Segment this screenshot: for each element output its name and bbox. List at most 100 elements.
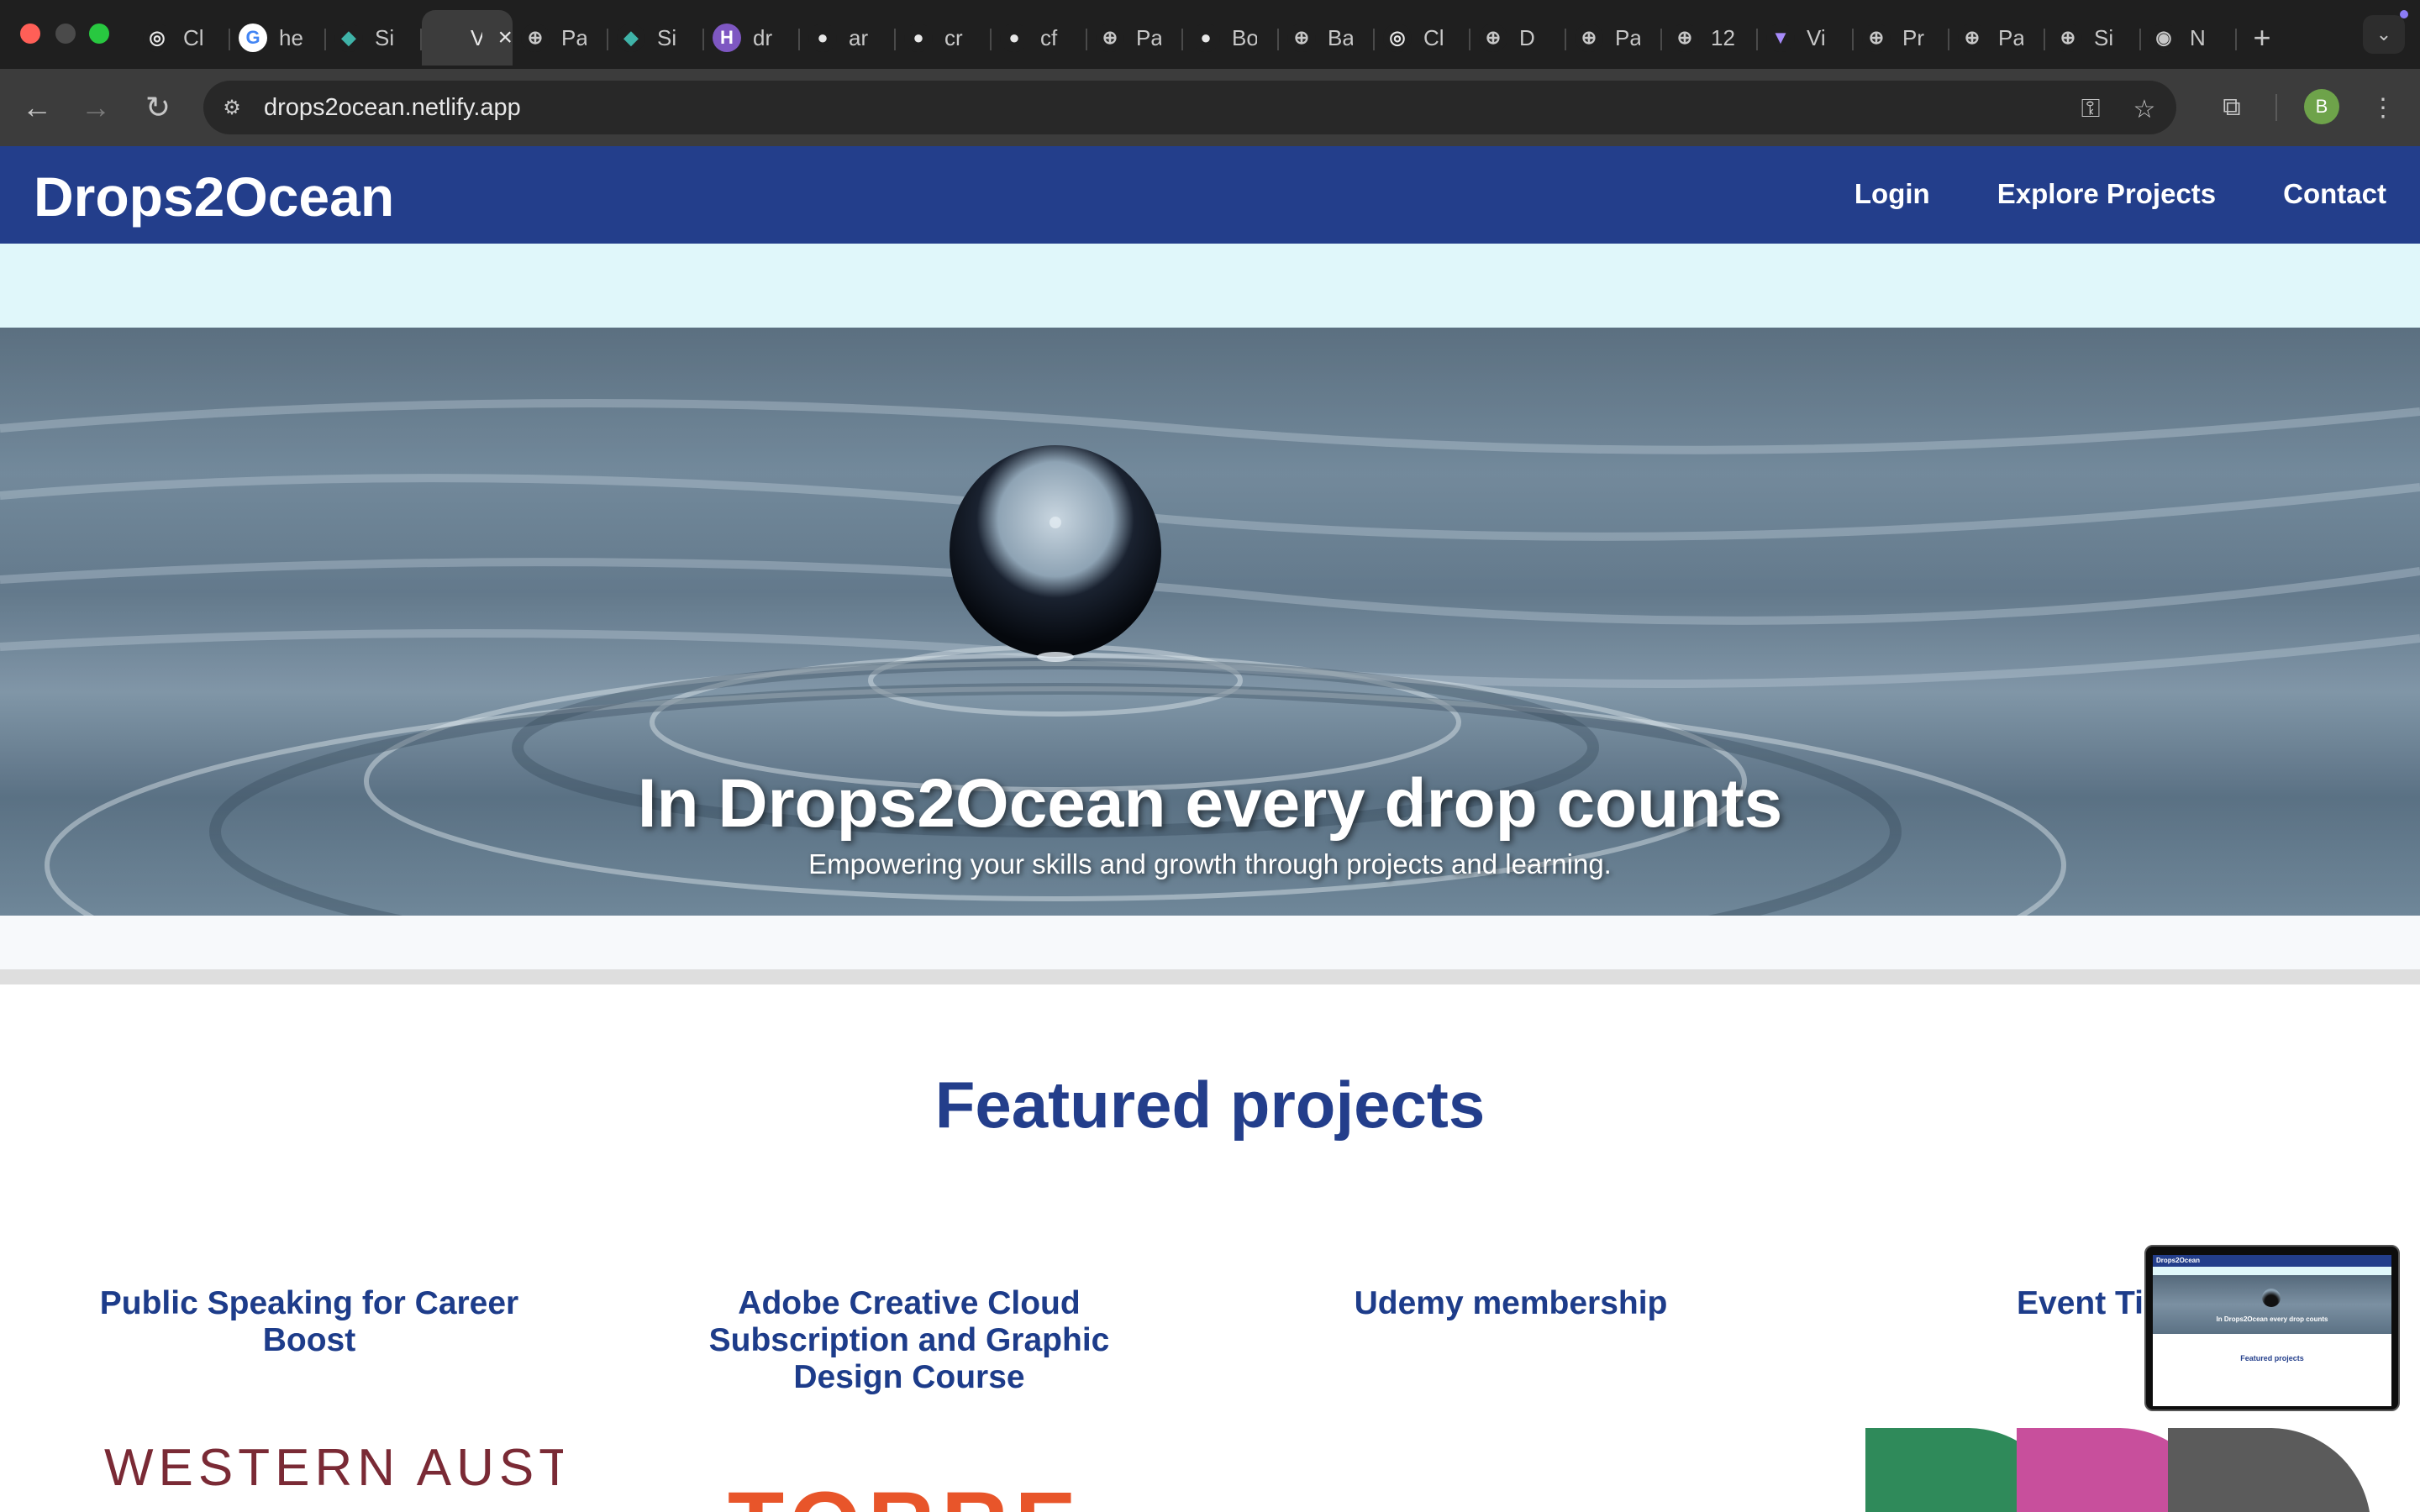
diamond-icon: ◆	[617, 24, 645, 52]
tab-title: he	[279, 24, 303, 50]
tab-title: Bo	[1232, 24, 1257, 50]
globe-icon: ⊕	[1479, 24, 1507, 52]
google-icon: G	[239, 24, 267, 52]
header-spacer-band	[0, 244, 2420, 328]
github-icon: ●	[904, 24, 933, 52]
chevron-down-icon: ⌄	[2375, 24, 2392, 45]
tab-title: Ba	[1328, 24, 1353, 50]
tab-title: dr	[753, 24, 773, 50]
tab-title: Si	[2094, 24, 2114, 50]
browser-tab[interactable]: ⊕ Pa	[513, 10, 608, 66]
toolbar-divider	[2275, 94, 2277, 121]
browser-tab[interactable]: ◎ Cl	[134, 10, 230, 66]
close-tab-icon[interactable]: ×	[497, 24, 513, 52]
new-tab-button[interactable]: +	[2237, 10, 2287, 66]
tab-title: cr	[944, 24, 963, 50]
project-card-title[interactable]: Public Speaking for Career Boost	[82, 1285, 536, 1359]
site-settings-icon[interactable]: ⚙	[217, 92, 247, 123]
site-logo-text[interactable]: Drops2Ocean	[34, 165, 394, 228]
h-app-icon: H	[713, 24, 741, 52]
browser-tab[interactable]: ⊕ Pa	[1087, 10, 1183, 66]
notification-dot	[2400, 10, 2408, 18]
browser-tab[interactable]: Vi ×	[422, 10, 513, 66]
arrow-left-icon: ←	[22, 90, 52, 124]
openai-icon: ◎	[143, 24, 171, 52]
profile-avatar[interactable]: B	[2304, 89, 2339, 124]
preview-drop	[2262, 1289, 2281, 1307]
browser-tab[interactable]: ▼ Vi	[1758, 10, 1854, 66]
project-card-image[interactable]	[1865, 1428, 2370, 1512]
tab-title: D	[1519, 24, 1535, 50]
browser-tab[interactable]: ⊕ D	[1470, 10, 1566, 66]
nav-login-link[interactable]: Login	[1854, 178, 1930, 210]
globe-icon: ⊕	[521, 24, 550, 52]
tab-title: N	[2190, 24, 2206, 50]
tab-title: Pa	[1136, 24, 1161, 50]
tab-search-button[interactable]: ⌄	[2363, 15, 2405, 54]
chrome-icon: ◉	[2149, 24, 2178, 52]
nav-explore-projects-link[interactable]: Explore Projects	[1997, 178, 2216, 210]
browser-tab[interactable]: ⊕ Si	[2045, 10, 2141, 66]
preview-brand: Drops2Ocean	[2156, 1257, 2201, 1264]
browser-tab[interactable]: ◆ Si	[608, 10, 704, 66]
tab-title: Pa	[1998, 24, 2023, 50]
browser-tab[interactable]: Ghe	[230, 10, 326, 66]
tab-title: 12	[1711, 24, 1735, 50]
project-card-title[interactable]: Adobe Creative Cloud Subscription and Gr…	[682, 1285, 1136, 1396]
browser-tab[interactable]: ● ar	[800, 10, 896, 66]
openai-icon: ◎	[1383, 24, 1412, 52]
hero-bottom-strip	[0, 916, 2420, 969]
github-icon: ●	[1192, 24, 1220, 52]
project-card-title[interactable]: Event Ti	[1919, 1285, 2171, 1322]
browser-tab[interactable]: ⊕ Pa	[1949, 10, 2045, 66]
globe-icon: ⊕	[1862, 24, 1891, 52]
browser-tab[interactable]: ● cf	[992, 10, 1087, 66]
zoom-window-button[interactable]	[89, 24, 109, 44]
browser-tab[interactable]: ● Bo	[1183, 10, 1279, 66]
browser-tab[interactable]: ◉ N	[2141, 10, 2237, 66]
back-button[interactable]: ←	[17, 87, 57, 128]
main-nav: Login Explore Projects Contact	[1854, 178, 2386, 210]
browser-tab[interactable]: Hdr	[704, 10, 800, 66]
password-key-icon[interactable]: ⚿	[2074, 92, 2107, 126]
nav-contact-link[interactable]: Contact	[2283, 178, 2386, 210]
browser-tab[interactable]: ◆ Si	[326, 10, 422, 66]
screen-preview-thumbnail[interactable]: Drops2Ocean In Drops2Ocean every drop co…	[2144, 1245, 2400, 1411]
tab-title: Vi	[1807, 24, 1826, 50]
site-header: Drops2Ocean Login Explore Projects Conta…	[0, 146, 2420, 244]
tab-title: ar	[849, 24, 869, 50]
featured-projects-heading: Featured projects	[934, 1068, 1486, 1142]
github-icon: ●	[1000, 24, 1028, 52]
minimize-window-button[interactable]	[55, 24, 76, 44]
tab-title: Si	[657, 24, 677, 50]
reload-button[interactable]: ↻	[138, 87, 178, 128]
tab-list: ◎ Cl Ghe ◆ Si Vi × ⊕ Pa ◆ Si Hdr ● ar ● cr ● cf ⊕ Pa ● Bo ⊕ Ba ◎…	[134, 7, 2287, 69]
forward-button[interactable]: →	[76, 87, 116, 128]
url-text: drops2ocean.netlify.app	[264, 94, 521, 121]
hero-banner: In Drops2Ocean every drop counts Empower…	[0, 328, 2420, 916]
project-card-image[interactable]: TORRE	[728, 1472, 1083, 1512]
browser-tab[interactable]: ⊕ 12	[1662, 10, 1758, 66]
hero-title: In Drops2Ocean every drop counts	[637, 765, 1783, 842]
tab-title: Si	[375, 24, 395, 50]
browser-tab[interactable]: ⊕ Pa	[1566, 10, 1662, 66]
browser-menu-kebab-icon[interactable]: ⋮	[2363, 87, 2403, 128]
globe-icon: ⊕	[1670, 24, 1699, 52]
project-card-title[interactable]: Udemy membership	[1284, 1285, 1738, 1322]
project-card-image[interactable]: WESTERN AUSTR	[104, 1438, 563, 1498]
bookmark-star-icon[interactable]: ☆	[2128, 92, 2161, 126]
browser-tab[interactable]: ● cr	[896, 10, 992, 66]
vercel-icon	[430, 24, 459, 52]
close-window-button[interactable]	[20, 24, 40, 44]
section-divider	[0, 969, 2420, 984]
browser-tab[interactable]: ⊕ Pr	[1854, 10, 1949, 66]
globe-icon: ⊕	[2054, 24, 2082, 52]
hero-subtitle: Empowering your skills and growth throug…	[808, 848, 1612, 879]
extensions-puzzle-icon[interactable]: ⧉	[2212, 87, 2252, 128]
arrow-right-icon: →	[81, 90, 111, 124]
browser-tab[interactable]: ⊕ Ba	[1279, 10, 1375, 66]
browser-tab[interactable]: ◎ Cl	[1375, 10, 1470, 66]
tab-title: Pa	[1615, 24, 1640, 50]
tab-title: Vi	[471, 24, 483, 50]
address-bar[interactable]: ⚙ drops2ocean.netlify.app ⚿ ☆	[203, 81, 2176, 134]
